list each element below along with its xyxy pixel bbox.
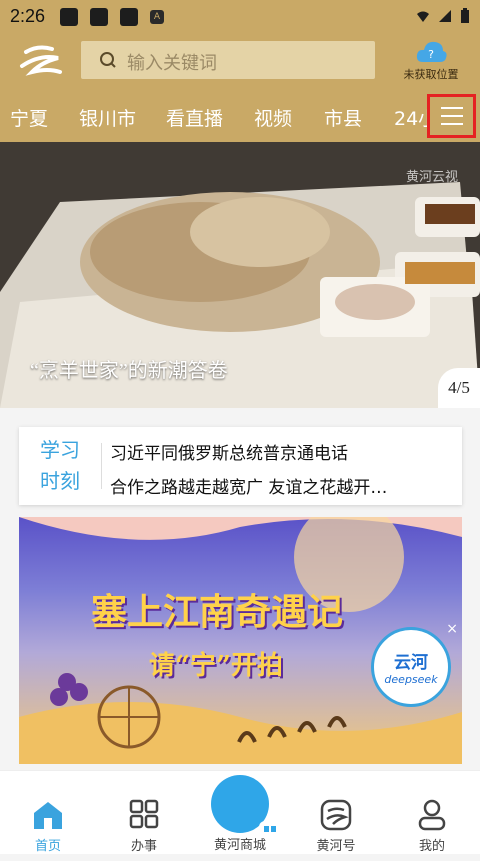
tab-huanghe-label: 黄河号 (316, 839, 356, 854)
wifi-icon (417, 11, 429, 22)
study-moment-card[interactable]: 学习 时刻 习近平同俄罗斯总统普京通电话 合作之路越走越宽广 友谊之花越开… (19, 427, 462, 505)
app-logo-icon[interactable] (18, 42, 64, 82)
banner-watermark: 黄河云视 (405, 170, 458, 185)
deepseek-badge[interactable]: 云河 deepseek (371, 627, 451, 707)
home-icon (34, 802, 62, 829)
tab-mine[interactable]: 我的 (384, 771, 480, 855)
tab-mall[interactable]: 黄河商城 (192, 771, 288, 855)
search-placeholder: 输入关键词 (127, 53, 217, 74)
tab-mall-label: 黄河商城 (213, 838, 266, 853)
menu-icon (440, 107, 463, 109)
battery-icon (461, 8, 469, 23)
bottom-tab-bar: 首页 办事 黄河商城 黄河号 我的 (0, 770, 480, 854)
badge-title: 云河 (394, 653, 428, 673)
nav-item-video[interactable]: 视频 (254, 104, 292, 131)
tab-home-label: 首页 (34, 839, 61, 854)
status-time: 2:26 (10, 6, 46, 26)
tab-mine-label: 我的 (418, 839, 445, 854)
notification-icon (60, 8, 78, 26)
nav-item-yinchuan[interactable]: 银川市 (79, 104, 136, 131)
mall-circle (211, 775, 281, 843)
badge-subtitle: deepseek (384, 673, 438, 686)
location-button[interactable]: ? 未获取位置 (392, 38, 470, 88)
study-tag-line2: 时刻 (40, 469, 80, 493)
promo-title: 塞上江南奇遇记 (91, 591, 344, 633)
tab-huanghe-account[interactable]: 黄河号 (288, 771, 384, 855)
huanghe-logo-icon (320, 799, 352, 831)
nav-item-counties[interactable]: 市县 (324, 104, 362, 131)
signal-icon (439, 10, 451, 22)
headline-2[interactable]: 合作之路越走越宽广 友谊之花越开… (110, 473, 387, 498)
tab-home[interactable]: 首页 (0, 771, 96, 855)
status-bar: 2:26 A (0, 0, 480, 34)
banner-page-indicator: 4/5 (438, 368, 480, 408)
channel-nav: 宁夏 银川市 看直播 视频 市县 24小 (0, 94, 480, 142)
grid-icon (129, 799, 159, 829)
search-icon (100, 52, 116, 68)
nav-item-ningxia[interactable]: 宁夏 (10, 104, 48, 131)
header: 输入关键词 ? 未获取位置 (0, 34, 480, 94)
notification-icon (90, 8, 108, 26)
search-input[interactable]: 输入关键词 (81, 41, 375, 79)
promo-subtitle: 请“宁”开拍 (149, 651, 283, 681)
study-tag: 学习 时刻 (37, 435, 83, 497)
channel-menu-button[interactable] (427, 94, 476, 138)
notification-icon (120, 8, 138, 26)
nav-item-live[interactable]: 看直播 (166, 104, 223, 131)
banner-title[interactable]: “烹羊世家”的新潮答卷 (30, 354, 228, 383)
svg-text:?: ? (428, 48, 434, 61)
tab-services[interactable]: 办事 (96, 771, 192, 855)
user-icon (418, 799, 446, 831)
a-notification-icon: A (150, 10, 164, 24)
tab-services-label: 办事 (130, 839, 157, 854)
banner-carousel[interactable]: 黄河云视 “烹羊世家”的新潮答卷 4/5 (0, 142, 480, 408)
divider (101, 443, 102, 489)
cloud-question-icon: ? (416, 41, 447, 62)
study-tag-line1: 学习 (40, 438, 80, 462)
status-icons (416, 8, 470, 24)
promo-banner[interactable]: 塞上江南奇遇记 请“宁”开拍 云河 deepseek × (19, 517, 462, 764)
headline-1[interactable]: 习近平同俄罗斯总统普京通电话 (110, 439, 348, 464)
location-text: 未获取位置 (403, 68, 459, 81)
close-icon[interactable]: × (446, 621, 458, 637)
